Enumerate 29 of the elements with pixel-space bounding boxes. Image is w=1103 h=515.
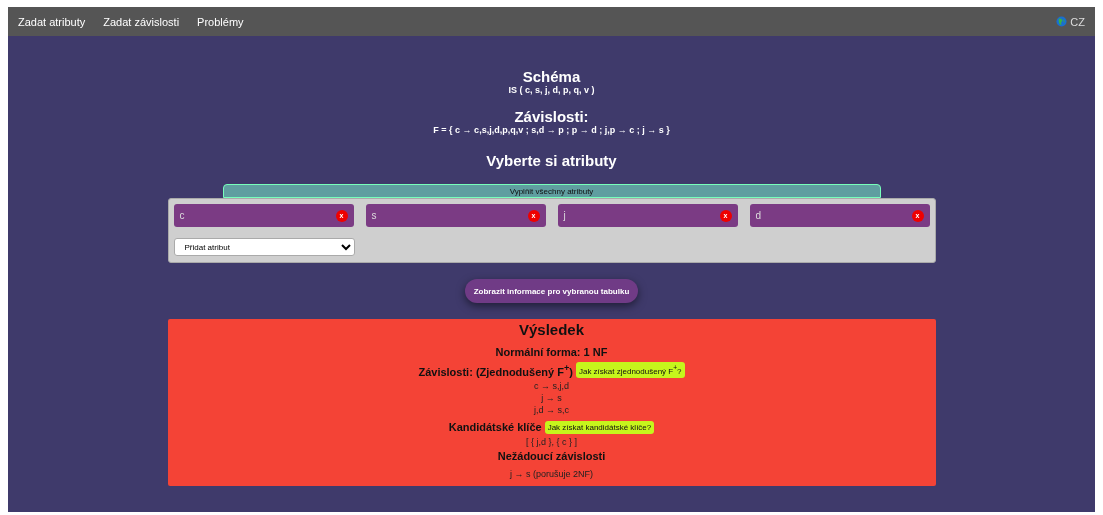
attribute-name: s (371, 210, 377, 221)
dependency-text: j → s (541, 392, 562, 403)
dependency-text: c → s,j,d (534, 380, 569, 391)
section-title: Vyberte si atributy (486, 152, 617, 169)
schema-text: IS ( c, s, j, d, p, q, v ) (508, 85, 595, 95)
nav-link[interactable]: Problémy (197, 15, 244, 28)
nav-link[interactable]: Zadat atributy (18, 15, 86, 28)
dependency-text: j,d → s,c (534, 404, 569, 415)
section-title: Schéma (522, 68, 581, 85)
dependencies-heading: Závislosti: (Zjednodušený F$^{+}$) (418, 362, 573, 378)
nav-link[interactable]: Zadat závislosti (103, 15, 180, 28)
help-button[interactable]: Jak získat kandidátské klíče? (544, 420, 655, 434)
attribute-name: c (179, 210, 185, 221)
attribute-name: j (563, 210, 566, 221)
attribute-name: d (755, 210, 762, 221)
normal-form-text: Normální forma: 1 NF (495, 346, 608, 358)
show-info-button[interactable]: Zobrazit informace pro vybranou tabulku (464, 279, 639, 303)
language-label[interactable]: CZ (1070, 15, 1085, 28)
keys-text: [ { j,d }, { c } ] (525, 436, 577, 447)
dependencies-text: F = { c → c,s,j,d,p,q,v ; s,d → p ; p → d ; j,p → c ; j → s } (433, 125, 670, 135)
section-title: Závislosti: (514, 108, 589, 125)
keys-heading: Kandidátské klíče (448, 421, 542, 434)
help-button[interactable]: Jak získat zjednodušený F$^{+}$? (575, 362, 685, 378)
unwanted-heading: Nežádoucí závislosti (497, 449, 606, 462)
fill-all-button[interactable]: Vyplňit všechny atributy (222, 184, 881, 198)
unwanted-dependency-text: j → s (porušuje 2NF) (510, 468, 593, 479)
add-attribute-dropdown[interactable]: Přidat atribut (173, 238, 355, 256)
globe-icon (1056, 16, 1068, 27)
result-title: Výsledek (518, 321, 584, 338)
